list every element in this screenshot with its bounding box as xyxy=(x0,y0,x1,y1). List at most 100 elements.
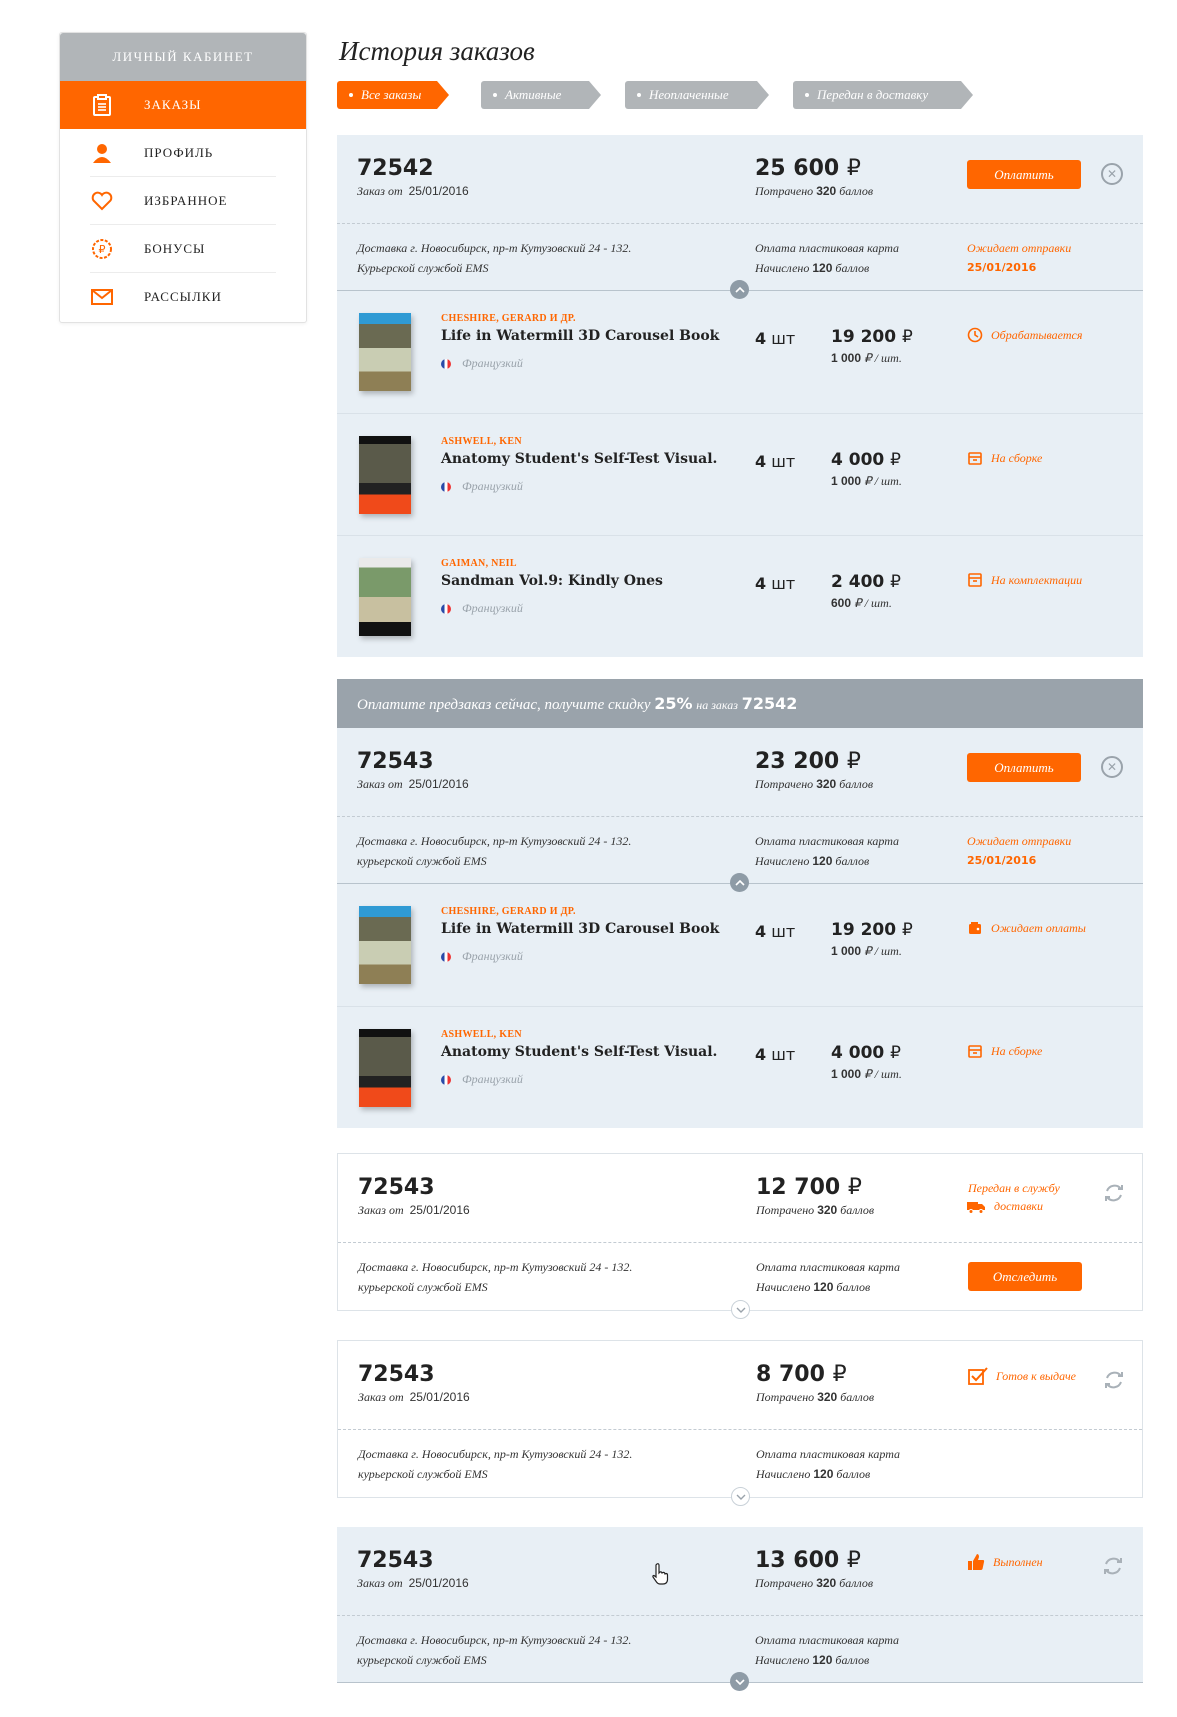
item-quantity: 4 шт xyxy=(755,574,796,593)
item-language: Французкий xyxy=(441,479,523,494)
book-cover[interactable] xyxy=(359,906,411,984)
item-quantity: 4 шт xyxy=(755,1045,796,1064)
sidebar-item-label: БОНУСЫ xyxy=(144,241,206,256)
pay-button[interactable]: Оплатить xyxy=(967,160,1081,189)
cancel-order-icon[interactable]: ✕ xyxy=(1101,163,1123,185)
points-accrued: Начислено 120 баллов xyxy=(755,854,870,868)
book-cover[interactable] xyxy=(359,313,411,391)
expand-toggle[interactable] xyxy=(730,1672,749,1691)
prepay-promo-banner: Оплатите предзаказ сейчас, получите скид… xyxy=(337,679,1143,728)
item-quantity: 4 шт xyxy=(755,329,796,348)
delivery-truck-icon xyxy=(967,1201,985,1214)
order-item: GAIMAN, NEIL Sandman Vol.9: Kindly Ones … xyxy=(337,535,1143,657)
sidebar-item-profile[interactable]: ПРОФИЛЬ xyxy=(60,129,306,177)
cancel-order-icon[interactable]: ✕ xyxy=(1101,756,1123,778)
book-cover[interactable] xyxy=(359,1029,411,1107)
delivery-address: Доставка г. Новосибирск, пр-т Кутузовски… xyxy=(358,1447,633,1461)
order-total: 13 600 ₽ xyxy=(755,1548,861,1573)
item-status: Ожидает оплаты xyxy=(967,920,1086,936)
item-price: 2 400 ₽ xyxy=(831,572,901,592)
order-item: CHESHIRE, GERARD И ДР. Life in Watermill… xyxy=(337,884,1143,1006)
item-language: Французкий xyxy=(441,601,523,616)
tab-all-orders[interactable]: Все заказы xyxy=(337,81,449,109)
order-card: 72543 Заказ от 25/01/2016 8 700 ₽ Потрач… xyxy=(337,1340,1143,1506)
order-total: 12 700 ₽ xyxy=(756,1175,862,1200)
order-number: 72543 xyxy=(357,749,434,774)
item-price: 4 000 ₽ xyxy=(831,450,901,470)
delivery-address: Доставка г. Новосибирск, пр-т Кутузовски… xyxy=(357,834,632,848)
points-spent: Потрачено 320 баллов xyxy=(756,1390,875,1404)
repeat-order-icon[interactable] xyxy=(1102,1368,1126,1392)
repeat-order-icon[interactable] xyxy=(1102,1181,1126,1205)
order-number: 72543 xyxy=(358,1175,435,1200)
sidebar-item-label: РАССЫЛКИ xyxy=(144,289,222,304)
collapse-toggle[interactable] xyxy=(730,280,749,299)
sidebar-item-newsletters[interactable]: РАССЫЛКИ xyxy=(60,273,306,321)
collapse-toggle[interactable] xyxy=(730,873,749,892)
order-date: Заказ от 25/01/2016 xyxy=(357,777,469,791)
item-language: Французкий xyxy=(441,949,523,964)
order-status: Ожидает отправки xyxy=(967,834,1072,848)
pay-button[interactable]: Оплатить xyxy=(967,753,1081,782)
sidebar-item-bonuses[interactable]: ₽ БОНУСЫ xyxy=(60,225,306,273)
svg-text:₽: ₽ xyxy=(99,243,106,256)
hand-cursor-icon xyxy=(652,1563,669,1585)
sidebar-item-favorites[interactable]: ИЗБРАННОЕ xyxy=(60,177,306,225)
france-flag-icon xyxy=(441,481,451,492)
book-cover[interactable] xyxy=(359,558,411,636)
payment-method: Оплата пластиковая карта xyxy=(756,1447,901,1461)
sidebar-item-label: ИЗБРАННОЕ xyxy=(144,193,228,208)
track-button[interactable]: Отследить xyxy=(968,1262,1082,1291)
order-date: Заказ от 25/01/2016 xyxy=(357,1576,469,1590)
item-title[interactable]: Sandman Vol.9: Kindly Ones xyxy=(441,573,663,589)
chevron-up-icon xyxy=(734,879,745,886)
item-title[interactable]: Life in Watermill 3D Carousel Book xyxy=(441,328,719,344)
sidebar-item-label: ЗАКАЗЫ xyxy=(144,97,202,112)
delivery-method: Курьерской службой EMS xyxy=(357,261,489,275)
tab-in-delivery[interactable]: Передан в доставку xyxy=(793,81,973,109)
points-accrued: Начислено 120 баллов xyxy=(756,1467,871,1481)
item-unit-price: 1 000 ₽ / шт. xyxy=(831,944,902,958)
payment-method: Оплата пластиковая карта xyxy=(755,1633,900,1647)
envelope-icon xyxy=(90,285,114,309)
points-accrued: Начислено 120 баллов xyxy=(755,261,870,275)
delivery-address: Доставка г. Новосибирск, пр-т Кутузовски… xyxy=(357,1633,632,1647)
order-number: 72543 xyxy=(358,1362,435,1387)
order-total: 8 700 ₽ xyxy=(756,1362,847,1387)
order-card: 72543 Заказ от 25/01/2016 12 700 ₽ Потра… xyxy=(337,1153,1143,1319)
payment-method: Оплата пластиковая карта xyxy=(756,1260,901,1274)
item-language: Французкий xyxy=(441,1072,523,1087)
order-status: Ожидает отправки xyxy=(967,241,1072,255)
order-status-date: 25/01/2016 xyxy=(967,261,1037,274)
chevron-up-icon xyxy=(734,286,745,293)
order-status-date: 25/01/2016 xyxy=(967,854,1037,867)
item-title[interactable]: Anatomy Student's Self-Test Visual. xyxy=(441,451,717,467)
repeat-order-icon[interactable] xyxy=(1101,1554,1125,1578)
item-title[interactable]: Life in Watermill 3D Carousel Book xyxy=(441,921,719,937)
box-icon xyxy=(968,1045,982,1058)
order-date: Заказ от 25/01/2016 xyxy=(358,1203,470,1217)
points-accrued: Начислено 120 баллов xyxy=(756,1280,871,1294)
order-date: Заказ от 25/01/2016 xyxy=(358,1390,470,1404)
thumbs-up-icon xyxy=(968,1554,985,1570)
book-cover[interactable] xyxy=(359,436,411,514)
tab-active[interactable]: Активные xyxy=(481,81,601,109)
payment-method: Оплата пластиковая карта xyxy=(755,241,900,255)
item-author: CHESHIRE, GERARD И ДР. xyxy=(441,906,576,917)
order-status-line2: доставки xyxy=(966,1199,1043,1214)
item-author: CHESHIRE, GERARD И ДР. xyxy=(441,313,576,324)
item-author: ASHWELL, KEN xyxy=(441,436,522,447)
sidebar-item-orders[interactable]: ЗАКАЗЫ xyxy=(60,81,306,129)
item-title[interactable]: Anatomy Student's Self-Test Visual. xyxy=(441,1044,717,1060)
account-sidebar: ЛИЧНЫЙ КАБИНЕТ ЗАКАЗЫ ПРОФИЛЬ ИЗБРАННОЕ … xyxy=(59,32,307,323)
expand-toggle[interactable] xyxy=(731,1300,750,1319)
order-total: 23 200 ₽ xyxy=(755,749,861,774)
tab-unpaid[interactable]: Неоплаченные xyxy=(625,81,769,109)
order-total: 25 600 ₽ xyxy=(755,156,861,181)
item-status: На сборке xyxy=(967,450,1042,466)
item-quantity: 4 шт xyxy=(755,452,796,471)
points-accrued: Начислено 120 баллов xyxy=(755,1653,870,1667)
package-icon xyxy=(968,573,982,587)
delivery-method: курьерской службой EMS xyxy=(358,1280,488,1294)
expand-toggle[interactable] xyxy=(731,1487,750,1506)
